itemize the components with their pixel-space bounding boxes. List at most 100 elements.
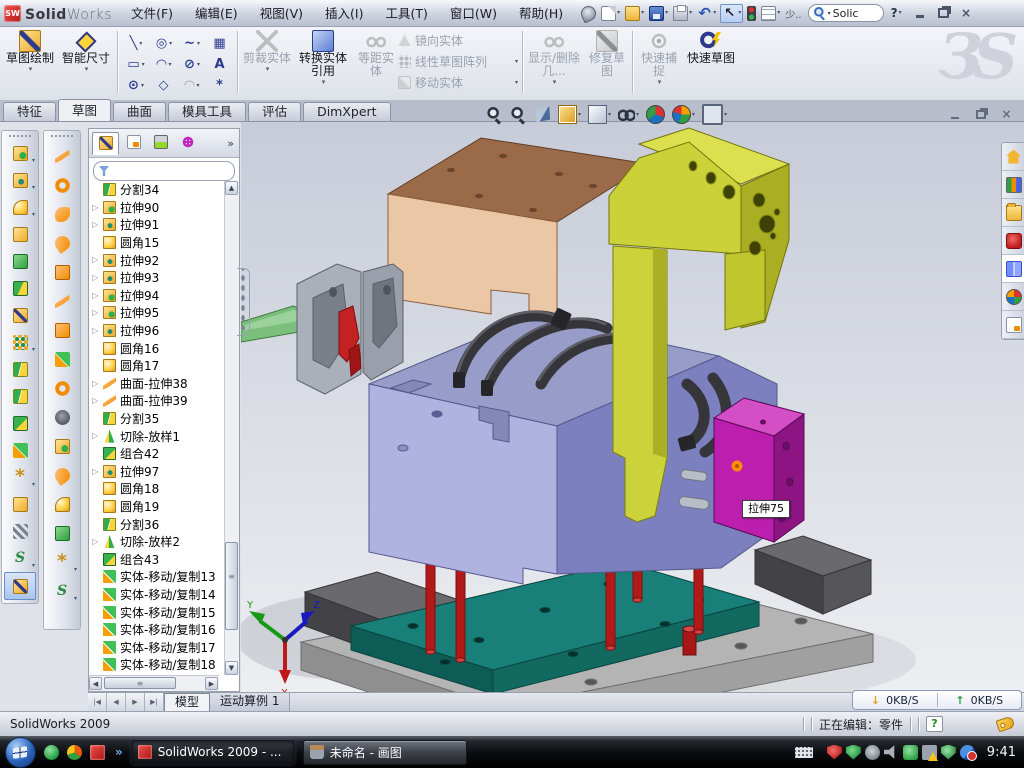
tree-item[interactable]: ▷ 拉伸94 [90, 287, 224, 305]
boundary-surface-icon[interactable] [47, 259, 77, 285]
open-file-icon[interactable] [624, 5, 645, 22]
tree-item[interactable]: ▷ 实体-移动/复制14 [90, 586, 224, 604]
sketch-circle-icon[interactable]: ◎ [150, 33, 178, 54]
wrap-icon[interactable] [5, 302, 35, 328]
tree-item[interactable]: ▷ 拉伸96 [90, 322, 224, 340]
part-slider-block[interactable] [714, 398, 804, 542]
extruded-cut-icon[interactable] [5, 167, 35, 193]
replace-face-icon[interactable] [47, 433, 77, 459]
sketch-pattern-icon[interactable]: ▦ [206, 33, 234, 54]
revolved-surface-icon[interactable] [47, 172, 77, 198]
linear-sketch-pattern[interactable]: 线性草图阵列 [398, 52, 520, 71]
sketch-rectangle-icon[interactable]: ▭ [122, 54, 150, 75]
sketch-slot-icon[interactable]: ⊙ [122, 75, 150, 96]
tree-item[interactable]: ▷ 圆角17 [90, 357, 224, 375]
keyboard-layout-icon[interactable] [795, 747, 813, 758]
antivirus-icon[interactable] [846, 745, 861, 760]
toolbar-grip[interactable] [9, 135, 31, 137]
appearances-tab-icon[interactable] [1002, 283, 1024, 311]
volume-icon[interactable] [884, 745, 899, 760]
reference-point-icon[interactable] [5, 464, 35, 490]
edit-appearance-icon[interactable] [646, 105, 665, 124]
tree-item[interactable]: ▷ 拉伸95 [90, 304, 224, 322]
first-tab-button[interactable]: |◀ [88, 693, 107, 711]
security-center-icon[interactable] [827, 745, 842, 760]
tree-item[interactable]: ▷ 实体-移动/复制13 [90, 568, 224, 586]
menu-item[interactable]: 窗口(W) [439, 1, 508, 26]
solidworks-resources-tab-icon[interactable] [1002, 227, 1024, 255]
undo-icon[interactable] [696, 5, 717, 22]
chamfer-icon[interactable] [5, 221, 35, 247]
expander-icon[interactable]: ▷ [92, 467, 98, 476]
convert-entities-button[interactable]: 转换实体引用 [295, 30, 351, 94]
ribbon-tab[interactable]: DimXpert [303, 102, 391, 121]
ribbon-tab[interactable]: 曲面 [113, 102, 166, 121]
expander-icon[interactable]: ▷ [92, 291, 98, 300]
split-icon[interactable] [5, 356, 35, 382]
expander-icon[interactable]: ▷ [92, 273, 98, 282]
hide-show-items-icon[interactable] [618, 106, 639, 123]
media-player-icon[interactable] [67, 745, 82, 760]
tree-item[interactable]: ▷ 曲面-拉伸39 [90, 392, 224, 410]
trim-entities-button[interactable]: 剪裁实体 [241, 30, 293, 94]
tree-item[interactable]: ▷ 组合42 [90, 445, 224, 463]
options-icon[interactable] [760, 5, 781, 22]
document-tab[interactable]: 运动算例 1 [210, 693, 290, 711]
expander-icon[interactable]: ▷ [92, 308, 98, 317]
display-delete-relations-button[interactable]: 显示/删除几... [526, 30, 582, 94]
expander-icon[interactable]: ▷ [92, 379, 98, 388]
featuremanager-tab-icon[interactable] [92, 132, 119, 155]
rebuild-traffic-light-icon[interactable] [746, 5, 757, 22]
swept-surface-icon[interactable] [47, 201, 77, 227]
tree-item[interactable]: ▷ 实体-移动/复制15 [90, 603, 224, 621]
tree-item[interactable]: ▷ 分割36 [90, 515, 224, 533]
mirror-entities[interactable]: 镜向实体 [398, 31, 520, 50]
tree-item[interactable]: ▷ 实体-移动/复制16 [90, 621, 224, 639]
tree-item[interactable]: ▷ 圆角19 [90, 498, 224, 516]
part-clamp-unit[interactable] [241, 264, 403, 394]
custom-properties-tab-icon[interactable] [1002, 311, 1024, 339]
centerline-icon[interactable] [5, 518, 35, 544]
taskbar-clock[interactable]: 9:41 [987, 745, 1016, 760]
menu-item[interactable]: 编辑(E) [184, 1, 249, 26]
toolbar-grip[interactable] [51, 135, 73, 140]
offset-surface-icon[interactable] [47, 346, 77, 372]
expander-icon[interactable]: ▷ [92, 326, 98, 335]
repair-sketch-button[interactable]: 修复草图 [584, 30, 630, 94]
scroll-up-button[interactable]: ▲ [225, 181, 238, 195]
last-tab-button[interactable]: ▶| [145, 693, 164, 711]
section-view-icon[interactable] [534, 106, 551, 123]
panel-chevron[interactable]: » [227, 137, 236, 150]
sketch-spline-icon[interactable]: ~ [178, 33, 206, 54]
instant3d-icon[interactable] [4, 572, 36, 600]
doc-minimize-button[interactable] [946, 107, 963, 121]
quick-tips-button[interactable]: ? [926, 716, 943, 732]
solidworks-launcher-icon[interactable] [90, 745, 105, 760]
zoom-area-icon[interactable] [510, 106, 527, 123]
scroll-down-button[interactable]: ▼ [225, 661, 238, 675]
graphics-viewport[interactable]: Y Z X [241, 122, 1024, 692]
propertymanager-tab-icon[interactable] [121, 132, 146, 153]
expander-icon[interactable]: ▷ [92, 537, 98, 546]
view-orientation-icon[interactable] [558, 105, 581, 124]
file-explorer-tab-icon[interactable] [1002, 199, 1024, 227]
tree-filter-input[interactable] [93, 161, 235, 181]
tree-item[interactable]: ▷ 切除-放样1 [90, 427, 224, 445]
tree-item[interactable]: ▷ 实体-移动/复制17 [90, 638, 224, 656]
ruled-surface-icon[interactable] [47, 375, 77, 401]
expander-icon[interactable]: ▷ [92, 255, 98, 264]
tree-item[interactable]: ▷ 分割35 [90, 410, 224, 428]
apply-scene-icon[interactable] [672, 105, 695, 124]
toolbar-overflow-text[interactable]: 少.. [785, 6, 801, 21]
restore-button[interactable] [934, 6, 953, 21]
move-entities[interactable]: 移动实体 [398, 73, 520, 92]
next-tab-button[interactable]: ▶ [126, 693, 145, 711]
scrollbar-thumb[interactable]: ≡ [104, 677, 176, 689]
expander-icon[interactable]: ▷ [92, 396, 98, 405]
surface-spline-icon[interactable] [47, 578, 77, 604]
menu-item[interactable]: 工具(T) [374, 1, 438, 26]
save-icon[interactable] [648, 5, 669, 22]
tree-item[interactable]: ▷ 拉伸92 [90, 251, 224, 269]
tree-horizontal-scrollbar[interactable]: ◀ ≡ ▶ [89, 675, 219, 691]
tree-item[interactable]: ▷ 切除-放样2 [90, 533, 224, 551]
